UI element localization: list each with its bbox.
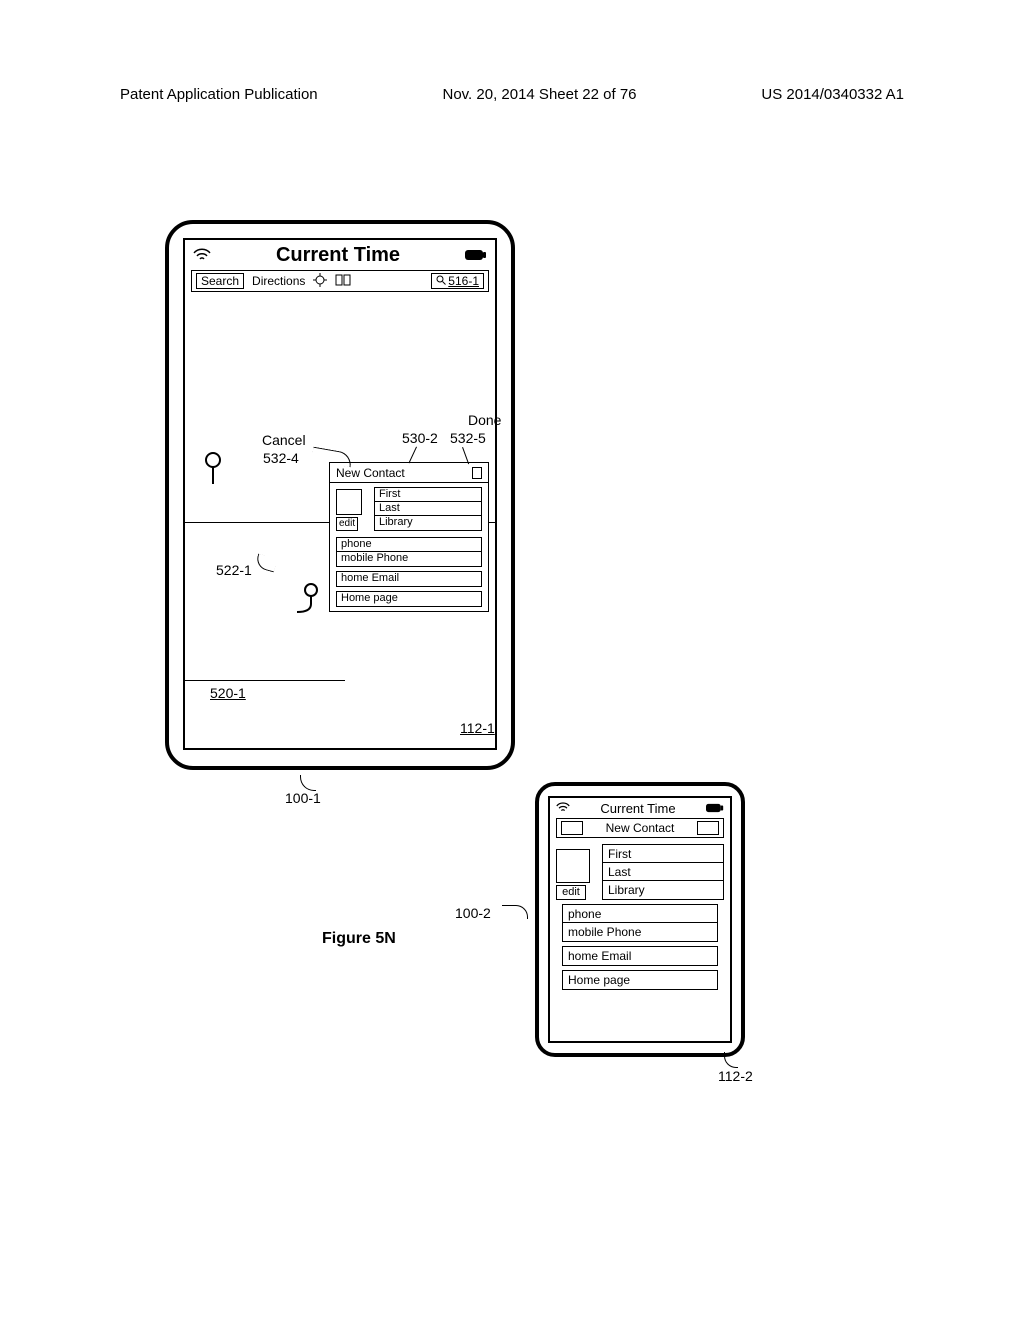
edit-button-2[interactable]: edit: [556, 885, 586, 900]
figure-caption: Figure 5N: [322, 930, 396, 948]
callout-cancel: Cancel: [262, 432, 306, 448]
status-bar-2: Current Time: [550, 798, 730, 818]
new-contact-title-2: New Contact: [606, 821, 675, 835]
callout-522-1: 522-1: [216, 562, 252, 578]
first-name-field-2[interactable]: First: [603, 845, 723, 863]
mobile-field-2[interactable]: mobile Phone: [563, 923, 717, 941]
wifi-icon: [556, 801, 570, 816]
book-icon[interactable]: [335, 274, 351, 289]
last-name-field[interactable]: Last: [375, 502, 481, 516]
callout-532-4: 532-4: [263, 450, 299, 466]
homepage-block: Home page: [336, 591, 482, 607]
device-small-screen: Current Time New Contact edit First Last…: [548, 796, 732, 1043]
map-pin-icon[interactable]: [203, 452, 223, 486]
new-contact-titlebar: New Contact: [330, 463, 488, 483]
callout-532-5: 532-5: [450, 430, 486, 446]
search-button[interactable]: Search: [196, 273, 244, 289]
callout-520-1: 520-1: [210, 685, 246, 701]
homepage-block-2: Home page: [562, 970, 718, 990]
new-contact-titlebar-2: New Contact: [556, 818, 724, 838]
search-field[interactable]: 516-1: [431, 273, 484, 289]
battery-icon: [706, 801, 724, 816]
map-pin-route-icon[interactable]: [289, 582, 323, 616]
device-large-screen: Current Time Search Directions 516-1: [183, 238, 497, 750]
email-field-2[interactable]: home Email: [563, 947, 717, 965]
map-road-2: [185, 680, 345, 681]
callout-100-2: 100-2: [455, 905, 491, 921]
header-left: Patent Application Publication: [120, 86, 318, 103]
library-field[interactable]: Library: [375, 516, 481, 530]
leader-532-5: [458, 447, 459, 465]
name-fields: First Last Library: [374, 487, 482, 531]
contact-photo[interactable]: [336, 489, 362, 515]
header-middle: Nov. 20, 2014 Sheet 22 of 76: [442, 86, 636, 103]
leader-112-2: [724, 1052, 738, 1068]
map-area[interactable]: New Contact edit First Last Library ph: [185, 292, 495, 726]
device-small: Current Time New Contact edit First Last…: [535, 782, 745, 1057]
homepage-field[interactable]: Home page: [337, 592, 481, 606]
header-right: US 2014/0340332 A1: [761, 86, 904, 103]
email-block-2: home Email: [562, 946, 718, 966]
page-header: Patent Application Publication Nov. 20, …: [120, 86, 904, 103]
status-title-2: Current Time: [600, 801, 675, 816]
leader-530-2: [408, 447, 436, 465]
status-title: Current Time: [276, 244, 400, 267]
cancel-slot-2[interactable]: [561, 821, 583, 835]
battery-icon: [465, 249, 487, 261]
library-field-2[interactable]: Library: [603, 881, 723, 899]
new-contact-panel: New Contact edit First Last Library ph: [329, 462, 489, 612]
name-fields-2: First Last Library: [602, 844, 724, 900]
phone-field-2[interactable]: phone: [563, 905, 717, 923]
last-name-field-2[interactable]: Last: [603, 863, 723, 881]
leader-100-2: [502, 905, 528, 919]
edit-button[interactable]: edit: [336, 517, 358, 531]
email-block: home Email: [336, 571, 482, 587]
callout-done: Done: [468, 412, 501, 428]
done-slot[interactable]: [472, 467, 482, 479]
callout-100-1: 100-1: [285, 790, 321, 806]
phone-block-2: phone mobile Phone: [562, 904, 718, 942]
done-slot-2[interactable]: [697, 821, 719, 835]
mobile-field[interactable]: mobile Phone: [337, 552, 481, 566]
email-field[interactable]: home Email: [337, 572, 481, 586]
wifi-icon: [193, 248, 211, 262]
callout-530-2: 530-2: [402, 430, 438, 446]
directions-label[interactable]: Directions: [252, 274, 305, 288]
locate-icon[interactable]: [313, 273, 327, 290]
first-name-field[interactable]: First: [375, 488, 481, 502]
callout-112-1: 112-1: [460, 720, 495, 736]
magnifier-icon: [436, 275, 446, 288]
callout-112-2: 112-2: [718, 1068, 753, 1084]
status-bar: Current Time: [185, 240, 495, 270]
contact-photo-2[interactable]: [556, 849, 590, 883]
homepage-field-2[interactable]: Home page: [563, 971, 717, 989]
phone-block: phone mobile Phone: [336, 537, 482, 567]
leader-100-1: [300, 775, 316, 791]
phone-field[interactable]: phone: [337, 538, 481, 552]
toolbar: Search Directions 516-1: [191, 270, 489, 292]
search-field-ref: 516-1: [448, 274, 479, 288]
